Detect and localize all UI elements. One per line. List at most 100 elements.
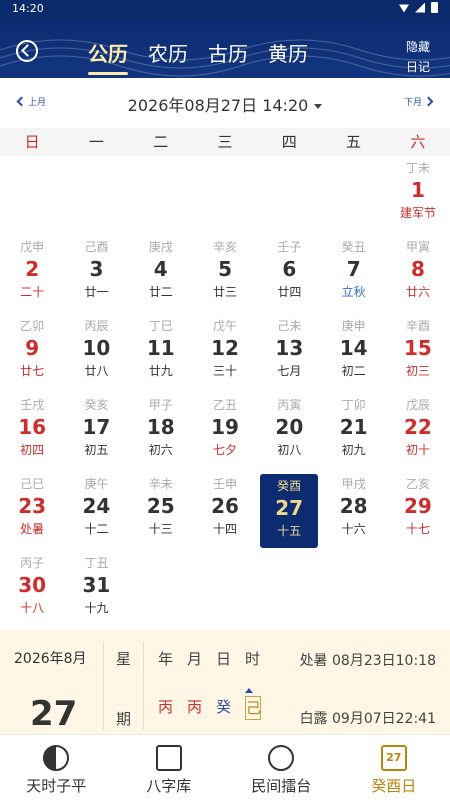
- menu-button[interactable]: [16, 40, 38, 62]
- day-cell[interactable]: 戊申 2 二十: [0, 235, 64, 314]
- day-cell[interactable]: 丙子 30 十八: [0, 551, 64, 630]
- day-cell[interactable]: 乙亥 29 十七: [386, 472, 450, 551]
- day-cell[interactable]: 癸亥 17 初五: [64, 393, 128, 472]
- day-number: 22: [404, 415, 432, 439]
- tab-ancient[interactable]: 古历: [208, 38, 248, 67]
- day-ganzhi: 丁未: [405, 161, 430, 175]
- day-number: 8: [410, 257, 425, 281]
- day-cell[interactable]: 丁巳 11 廿九: [129, 314, 193, 393]
- day-number: 6: [282, 257, 297, 281]
- day-info-panel: 2026年8月 27 星 期 年 月 日 时 丙 丙 癸 己 处暑 08月23日…: [0, 630, 450, 734]
- pillar-header-hour: 时: [245, 650, 261, 668]
- day-number: 20: [275, 415, 304, 439]
- day-number: 4: [153, 257, 168, 281]
- day-ganzhi: 癸酉: [277, 479, 302, 493]
- day-ganzhi: 癸亥: [84, 398, 109, 412]
- day-cell[interactable]: 丁丑 31 十九: [64, 551, 128, 630]
- day-ganzhi: 丁巳: [148, 319, 173, 333]
- day-number: 26: [211, 494, 239, 518]
- day-ganzhi: 辛未: [148, 477, 173, 491]
- day-cell[interactable]: 庚戌 4 廿二: [129, 235, 193, 314]
- day-ganzhi: 己酉: [84, 240, 109, 254]
- day-number: 2: [25, 257, 40, 281]
- day-cell[interactable]: 丁未 1 建军节: [386, 156, 450, 235]
- day-cell[interactable]: 戊午 12 三十: [193, 314, 257, 393]
- calendar-grid: 丁未 1 建军节 戊申 2 二十 己酉 3 廿一 庚戌 4 廿二 辛亥 5 廿三 壬子 6 廿四 癸丑 7 立秋 甲寅 8 廿…: [0, 156, 450, 630]
- tab-lunar[interactable]: 农历: [148, 38, 188, 67]
- day-lunar: 廿六: [405, 285, 430, 299]
- day-cell[interactable]: 丁卯 21 初九: [322, 393, 386, 472]
- bottom-navigation: 天时子平 八字库 民间擂台 27 癸酉日: [0, 734, 450, 800]
- pillar-month[interactable]: 丙: [187, 696, 202, 720]
- day-cell[interactable]: 辛未 25 十三: [129, 472, 193, 551]
- nav-bazi-library[interactable]: 八字库: [113, 735, 226, 800]
- day-number: 1: [410, 178, 425, 202]
- status-time: 14:20: [12, 2, 44, 15]
- day-cell[interactable]: 癸丑 7 立秋: [322, 235, 386, 314]
- day-cell[interactable]: 乙卯 9 廿七: [0, 314, 64, 393]
- divider: [103, 642, 104, 730]
- day-cell[interactable]: 壬申 26 十四: [193, 472, 257, 551]
- day-cell[interactable]: 己巳 23 处暑: [0, 472, 64, 551]
- day-cell[interactable]: 己未 13 七月: [257, 314, 321, 393]
- day-number: 16: [18, 415, 47, 439]
- nav-folk-arena[interactable]: 民间擂台: [225, 735, 338, 800]
- pillar-hour[interactable]: 己: [245, 696, 261, 720]
- day-number: 18: [146, 415, 175, 439]
- pillar-day[interactable]: 癸: [216, 696, 231, 720]
- solar-term-next: 白露 09月07日22:41: [299, 711, 436, 727]
- day-number: 7: [346, 257, 361, 281]
- day-cell[interactable]: 己酉 3 廿一: [64, 235, 128, 314]
- yin-yang-icon: [43, 745, 70, 771]
- day-ganzhi: 庚戌: [148, 240, 173, 254]
- next-month-button[interactable]: 下月: [404, 95, 434, 108]
- day-cell[interactable]: 乙丑 19 七夕: [193, 393, 257, 472]
- day-ganzhi: 己巳: [20, 477, 45, 491]
- day-lunar: 二十: [20, 285, 45, 299]
- calendar-type-tabs: 公历 农历 古历 黄历: [88, 38, 308, 75]
- day-cell[interactable]: 壬子 6 廿四: [257, 235, 321, 314]
- day-cell[interactable]: 丙寅 20 初八: [257, 393, 321, 472]
- day-lunar: 初九: [341, 443, 366, 457]
- day-number: 25: [146, 494, 175, 518]
- day-lunar: 十三: [148, 522, 173, 536]
- day-number: 14: [339, 336, 368, 360]
- pillar-headers: 年 月 日 时: [158, 648, 260, 669]
- day-ganzhi: 甲戌: [341, 477, 366, 491]
- nav-today[interactable]: 27 癸酉日: [338, 735, 450, 800]
- day-cell[interactable]: 辛亥 5 廿三: [193, 235, 257, 314]
- day-cell[interactable]: 庚午 24 十二: [64, 472, 128, 551]
- tab-almanac[interactable]: 黄历: [268, 38, 308, 67]
- day-ganzhi: 壬子: [277, 240, 302, 254]
- day-cell[interactable]: 丙辰 10 廿八: [64, 314, 128, 393]
- nav-label: 民间擂台: [251, 777, 312, 795]
- day-lunar: 十九: [84, 601, 109, 615]
- day-cell[interactable]: 甲寅 8 廿六: [386, 235, 450, 314]
- day-cell[interactable]: 庚申 14 初二: [322, 314, 386, 393]
- day-lunar: 十二: [84, 522, 109, 536]
- caret-down-icon: [314, 104, 323, 109]
- day-cell[interactable]: 壬戌 16 初四: [0, 393, 64, 472]
- day-cell[interactable]: 癸酉 27 十五: [260, 474, 319, 548]
- pillar-year[interactable]: 丙: [158, 696, 173, 720]
- day-lunar: 十四: [213, 522, 238, 536]
- day-number: 27: [275, 496, 304, 520]
- day-cell[interactable]: 甲子 18 初六: [129, 393, 193, 472]
- day-number: 29: [404, 494, 432, 518]
- day-number: 19: [211, 415, 239, 439]
- hide-diary-button[interactable]: 隐藏日记: [404, 37, 432, 77]
- day-ganzhi: 甲子: [148, 398, 173, 412]
- nav-tianshi-ziping[interactable]: 天时子平: [0, 735, 113, 800]
- tab-gregorian[interactable]: 公历: [88, 38, 128, 75]
- weekday-label: 三: [217, 133, 233, 151]
- current-date-picker[interactable]: 2026年08月27日 14:20: [0, 92, 450, 116]
- day-cell[interactable]: 戊辰 22 初十: [386, 393, 450, 472]
- stage-icon: [268, 745, 295, 771]
- day-ganzhi: 庚申: [341, 319, 366, 333]
- books-icon: [155, 745, 182, 771]
- month-navigation: 上月 2026年08月27日 14:20 下月: [0, 78, 450, 128]
- divider: [143, 642, 144, 730]
- day-cell[interactable]: 辛酉 15 初三: [386, 314, 450, 393]
- day-cell[interactable]: 甲戌 28 十六: [322, 472, 386, 551]
- day-number: 17: [82, 415, 111, 439]
